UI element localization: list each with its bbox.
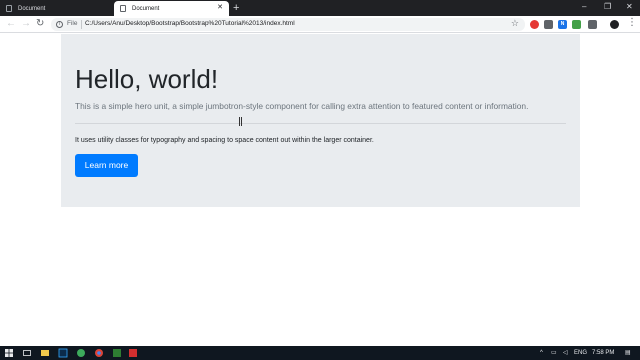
hero-title: Hello, world!: [75, 64, 219, 94]
page-icon: [6, 5, 12, 12]
new-tab-button[interactable]: +: [233, 1, 239, 15]
tray-chevron-icon[interactable]: ^: [540, 348, 543, 358]
page-icon: [120, 5, 126, 12]
network-icon[interactable]: ▭: [551, 348, 557, 358]
divider: [75, 123, 566, 124]
tab-title: Document: [18, 5, 46, 12]
divider: [81, 20, 82, 29]
close-window-button[interactable]: ✕: [626, 1, 633, 13]
learn-more-button[interactable]: Learn more: [75, 154, 138, 177]
task-view-icon[interactable]: [22, 348, 32, 358]
windows-taskbar: ^ ▭ ◁ ENG 7:58 PM ▤: [0, 346, 640, 360]
record-extension-icon[interactable]: [530, 20, 539, 29]
red-app-icon[interactable]: [128, 348, 138, 358]
calendar-extension-icon[interactable]: [544, 20, 553, 29]
photoshop-icon[interactable]: [58, 348, 68, 358]
tab-title: Document: [132, 5, 160, 12]
clock[interactable]: 7:58 PM: [592, 348, 614, 358]
chrome-icon[interactable]: [94, 348, 104, 358]
scheme-label: File: [67, 20, 78, 27]
hero-body-text: It uses utility classes for typography a…: [75, 137, 374, 144]
address-bar[interactable]: i File C:/Users/Anu/Desktop/Bootstrap/Bo…: [51, 18, 525, 31]
n-extension-icon[interactable]: N: [558, 20, 567, 29]
tab-document-1[interactable]: Document: [0, 1, 114, 16]
jumbotron: Hello, world! This is a simple hero unit…: [61, 34, 580, 207]
forward-button[interactable]: →: [21, 18, 31, 30]
maximize-button[interactable]: ❐: [604, 1, 611, 13]
hero-lead: This is a simple hero unit, a simple jum…: [75, 101, 529, 111]
text-cursor-icon: [239, 117, 242, 126]
reload-button[interactable]: ↻: [36, 18, 44, 30]
camtasia-icon[interactable]: [112, 348, 122, 358]
green-app-icon[interactable]: [76, 348, 86, 358]
menu-extension-icon[interactable]: [588, 20, 597, 29]
bookmark-star-icon[interactable]: ☆: [511, 18, 519, 29]
page-viewport: Hello, world! This is a simple hero unit…: [0, 34, 640, 346]
info-icon[interactable]: i: [56, 21, 63, 28]
language-indicator[interactable]: ENG: [574, 348, 587, 358]
notifications-icon[interactable]: ▤: [625, 348, 631, 358]
screenshot-extension-icon[interactable]: [572, 20, 581, 29]
close-tab-icon[interactable]: ✕: [217, 4, 223, 12]
file-explorer-icon[interactable]: [40, 348, 50, 358]
windows-start-icon[interactable]: [4, 348, 14, 358]
volume-icon[interactable]: ◁: [563, 348, 568, 358]
minimize-button[interactable]: –: [582, 1, 586, 13]
chrome-menu-icon[interactable]: ⋮: [627, 17, 637, 29]
tab-strip: Document Document ✕ + – ❐ ✕: [0, 0, 640, 16]
back-button[interactable]: ←: [6, 18, 16, 30]
url-text[interactable]: C:/Users/Anu/Desktop/Bootstrap/Bootstrap…: [85, 20, 295, 27]
browser-toolbar: ← → ↻ i File C:/Users/Anu/Desktop/Bootst…: [0, 16, 640, 33]
tab-document-2[interactable]: Document ✕: [114, 1, 229, 16]
profile-avatar[interactable]: [610, 20, 619, 29]
